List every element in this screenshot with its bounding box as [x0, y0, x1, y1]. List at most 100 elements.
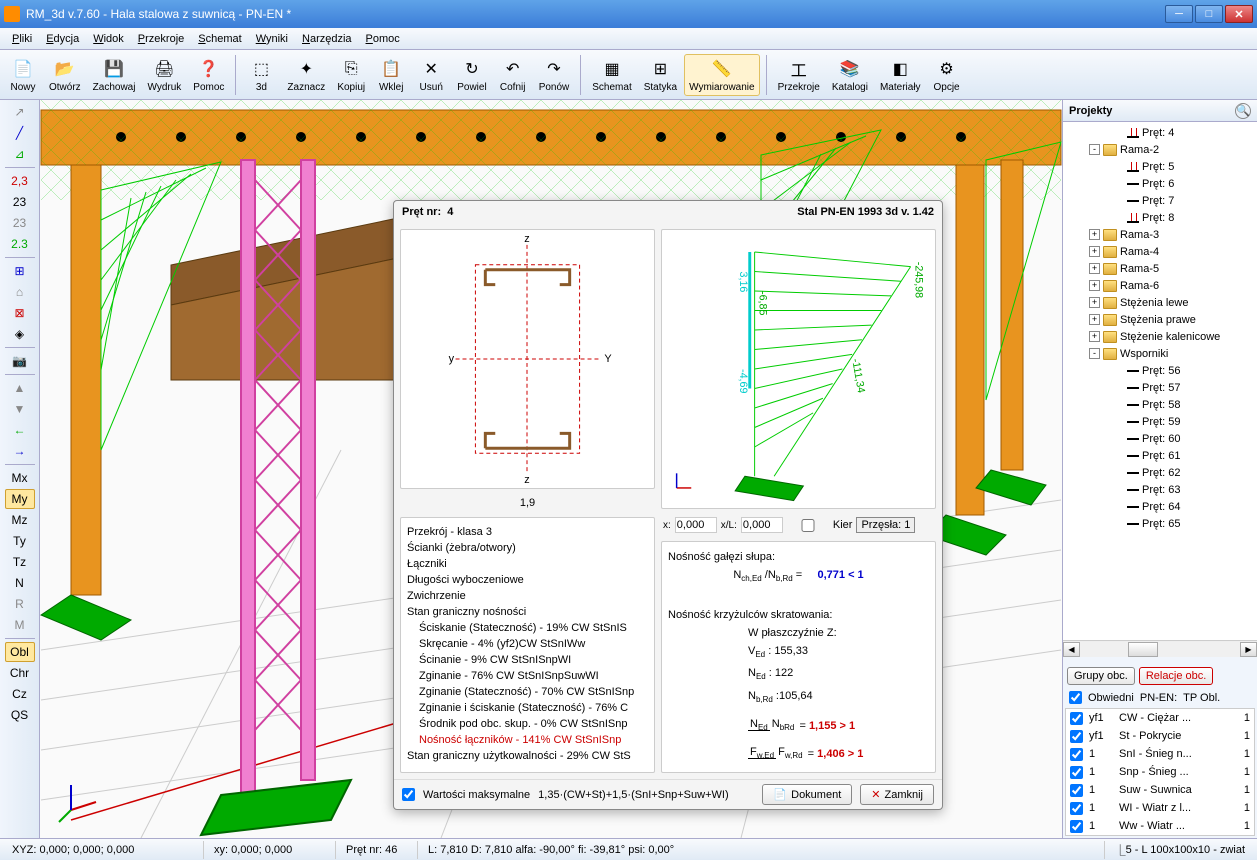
tree-node[interactable]: Pręt: 62 [1065, 464, 1255, 481]
result-line[interactable]: Zwichrzenie [407, 588, 648, 604]
relacje-obc-button[interactable]: Relacje obc. [1139, 667, 1214, 685]
load-row[interactable]: 1SnI - Śnieg n...1 [1066, 745, 1254, 763]
result-line[interactable]: Ściskanie (Stateczność) - 19% CW StSnIS [407, 620, 648, 636]
tree-scrollbar[interactable]: ◀▶ [1063, 640, 1257, 657]
lt-Obl[interactable]: Obl [5, 642, 35, 662]
close-button[interactable]: ✕ [1225, 5, 1253, 23]
load-row[interactable]: 1WI - Wiatr z l...1 [1066, 799, 1254, 817]
tree-node[interactable]: Pręt: 6 [1065, 175, 1255, 192]
lt-⊿[interactable]: ⊿ [5, 144, 35, 164]
result-line[interactable]: Przekrój - klasa 3 [407, 524, 648, 540]
lt-M[interactable]: M [5, 615, 35, 635]
lt-⊠[interactable]: ⊠ [5, 303, 35, 323]
lt-R[interactable]: R [5, 594, 35, 614]
menu-schemat[interactable]: Schemat [192, 31, 247, 47]
project-tree[interactable]: Pręt: 4-Rama-2Pręt: 5Pręt: 6Pręt: 7Pręt:… [1063, 122, 1257, 640]
tb-katalogi[interactable]: 📚Katalogi [827, 54, 873, 96]
result-line[interactable]: Stan graniczny nośności [407, 604, 648, 620]
tb-nowy[interactable]: 📄Nowy [4, 54, 42, 96]
lt-⊞[interactable]: ⊞ [5, 261, 35, 281]
lt-QS[interactable]: QS [5, 705, 35, 725]
zamknij-button[interactable]: ✕ Zamknij [860, 784, 934, 805]
tree-node[interactable]: Pręt: 58 [1065, 396, 1255, 413]
tb-otwórz[interactable]: 📂Otwórz [44, 54, 86, 96]
load-row[interactable]: yf1CW - Ciężar ...1 [1066, 709, 1254, 727]
tb-ponów[interactable]: ↷Ponów [534, 54, 575, 96]
minimize-button[interactable]: ─ [1165, 5, 1193, 23]
result-line[interactable]: Zginanie (Stateczność) - 70% CW StSnISnp [407, 684, 648, 700]
tb-przekroje[interactable]: 工Przekroje [773, 54, 825, 96]
lt-Mx[interactable]: Mx [5, 468, 35, 488]
tb-schemat[interactable]: ▦Schemat [587, 54, 636, 96]
tree-node[interactable]: Pręt: 56 [1065, 362, 1255, 379]
result-line[interactable]: Stan graniczny użytkowalności - 29% CW S… [407, 748, 648, 764]
dokument-button[interactable]: 📄 Dokument [762, 784, 852, 805]
result-line[interactable]: Zginanie i ściskanie (Stateczność) - 76%… [407, 700, 648, 716]
menu-pomoc[interactable]: Pomoc [360, 31, 406, 47]
lt-◈[interactable]: ◈ [5, 324, 35, 344]
tb-materiały[interactable]: ◧Materiały [875, 54, 926, 96]
tree-node[interactable]: Pręt: 65 [1065, 515, 1255, 532]
tb-statyka[interactable]: ⊞Statyka [639, 54, 682, 96]
maxval-checkbox[interactable] [402, 788, 415, 801]
load-row[interactable]: 1Suw - Suwnica1 [1066, 781, 1254, 799]
tb-zachowaj[interactable]: 💾Zachowaj [88, 54, 141, 96]
result-line[interactable]: Środnik pod obc. skup. - 0% CW StSnISnp [407, 716, 648, 732]
tree-node[interactable]: Pręt: 60 [1065, 430, 1255, 447]
lt-2.3[interactable]: 2.3 [5, 234, 35, 254]
lt-←[interactable]: ← [5, 420, 35, 440]
tree-node[interactable]: Pręt: 59 [1065, 413, 1255, 430]
obwiedni-checkbox[interactable] [1069, 691, 1082, 704]
lt-23[interactable]: 23 [5, 192, 35, 212]
tree-node[interactable]: +Rama-3 [1065, 226, 1255, 243]
lt-▲[interactable]: ▲ [5, 378, 35, 398]
lt-N[interactable]: N [5, 573, 35, 593]
menu-narzędzia[interactable]: Narzędzia [296, 31, 358, 47]
lt-Chr[interactable]: Chr [5, 663, 35, 683]
menu-przekroje[interactable]: Przekroje [132, 31, 190, 47]
result-line[interactable]: Łączniki [407, 556, 648, 572]
lt-╱[interactable]: ╱ [5, 123, 35, 143]
lt-2,3[interactable]: 2,3 [5, 171, 35, 191]
tree-node[interactable]: +Rama-5 [1065, 260, 1255, 277]
tree-node[interactable]: Pręt: 8 [1065, 209, 1255, 226]
load-row[interactable]: 1Ww - Wiatr ...1 [1066, 817, 1254, 835]
kier-checkbox[interactable] [787, 519, 829, 532]
tree-node[interactable]: Pręt: 7 [1065, 192, 1255, 209]
tb-wklej[interactable]: 📋Wklej [372, 54, 410, 96]
tb-powiel[interactable]: ↻Powiel [452, 54, 491, 96]
tree-node[interactable]: +Stężenia prawe [1065, 311, 1255, 328]
menu-wyniki[interactable]: Wyniki [250, 31, 294, 47]
tb-wydruk[interactable]: 🖨Wydruk [142, 54, 186, 96]
lt-Tz[interactable]: Tz [5, 552, 35, 572]
menu-widok[interactable]: Widok [87, 31, 130, 47]
tb-opcje[interactable]: ⚙Opcje [928, 54, 966, 96]
tree-node[interactable]: Pręt: 64 [1065, 498, 1255, 515]
grupy-obc-button[interactable]: Grupy obc. [1067, 667, 1135, 685]
tb-pomoc[interactable]: ❓Pomoc [188, 54, 229, 96]
lt-⌂[interactable]: ⌂ [5, 282, 35, 302]
tree-node[interactable]: Pręt: 63 [1065, 481, 1255, 498]
menu-edycja[interactable]: Edycja [40, 31, 85, 47]
lt-Mz[interactable]: Mz [5, 510, 35, 530]
tree-node[interactable]: Pręt: 4 [1065, 124, 1255, 141]
tree-node[interactable]: Pręt: 61 [1065, 447, 1255, 464]
search-icon[interactable]: 🔍 [1235, 103, 1251, 119]
maximize-button[interactable]: □ [1195, 5, 1223, 23]
tree-node[interactable]: +Stężenie kalenicowe [1065, 328, 1255, 345]
result-line[interactable]: Ścinanie - 9% CW StSnISnpWI [407, 652, 648, 668]
result-line[interactable]: Ścianki (żebra/otwory) [407, 540, 648, 556]
results-list[interactable]: Przekrój - klasa 3Ścianki (żebra/otwory)… [400, 517, 655, 773]
lt-Cz[interactable]: Cz [5, 684, 35, 704]
tb-3d[interactable]: ⬚3d [242, 54, 280, 96]
load-row[interactable]: 1Snp - Śnieg ...1 [1066, 763, 1254, 781]
tb-usuń[interactable]: ✕Usuń [412, 54, 450, 96]
coord-xL-input[interactable] [741, 517, 783, 533]
tree-node[interactable]: -Rama-2 [1065, 141, 1255, 158]
result-line[interactable]: Długości wyboczeniowe [407, 572, 648, 588]
tb-zaznacz[interactable]: ✦Zaznacz [282, 54, 330, 96]
menu-pliki[interactable]: Pliki [6, 31, 38, 47]
lt-Ty[interactable]: Ty [5, 531, 35, 551]
tb-kopiuj[interactable]: ⎘Kopiuj [332, 54, 370, 96]
lt-▼[interactable]: ▼ [5, 399, 35, 419]
